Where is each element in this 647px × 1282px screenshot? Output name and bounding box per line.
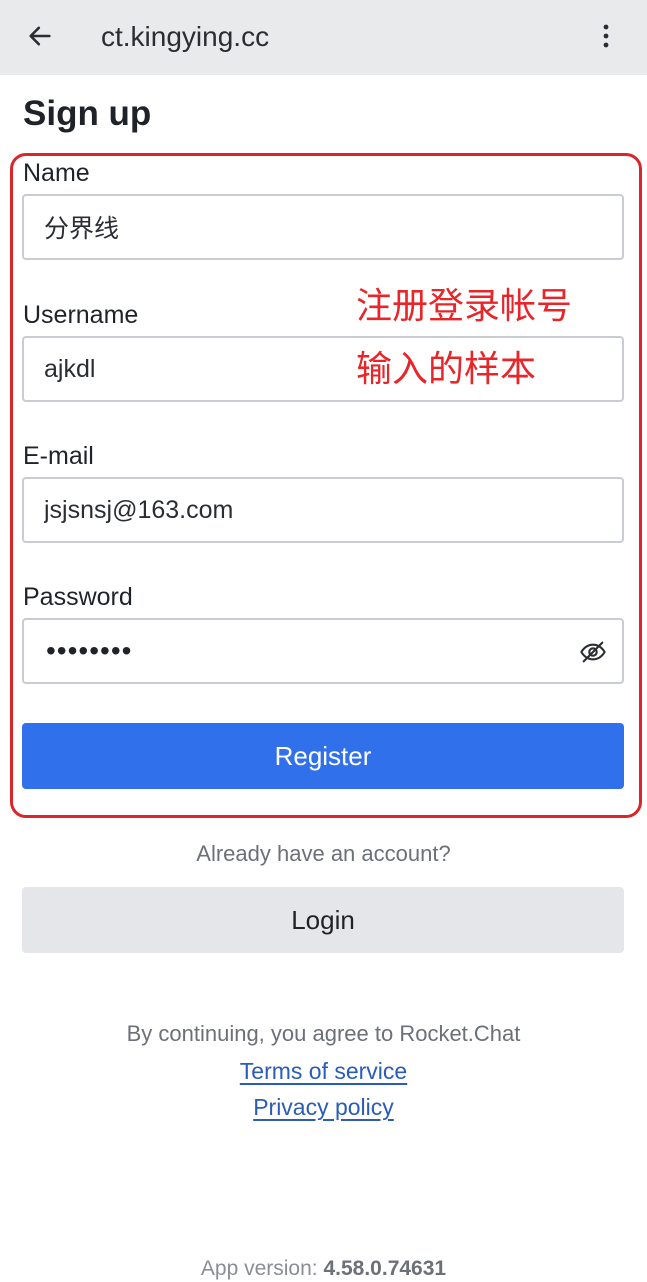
more-menu-button[interactable] xyxy=(588,16,624,56)
more-vertical-icon xyxy=(603,24,609,48)
app-version-number: 4.58.0.74631 xyxy=(323,1257,447,1280)
top-app-bar: ct.kingying.cc xyxy=(0,0,647,75)
annotation-text-line-2: 输入的样本 xyxy=(356,349,537,390)
password-label: Password xyxy=(23,583,133,611)
name-input[interactable] xyxy=(44,196,584,258)
name-field-box xyxy=(22,194,624,260)
back-button[interactable] xyxy=(18,16,62,56)
privacy-policy-label[interactable]: Privacy policy xyxy=(253,1094,394,1120)
arrow-left-icon xyxy=(29,26,51,46)
eye-off-icon xyxy=(580,641,606,663)
password-field-box[interactable]: •••••••• xyxy=(22,618,624,684)
login-button[interactable]: Login xyxy=(22,887,624,953)
name-label: Name xyxy=(23,159,90,187)
app-version: App version: 4.58.0.74631 xyxy=(0,1256,647,1282)
register-button[interactable]: Register xyxy=(22,723,624,789)
annotation-text-line-1: 注册登录帐号 xyxy=(356,286,573,327)
toggle-password-visibility-button[interactable] xyxy=(576,635,610,669)
terms-of-service-label[interactable]: Terms of service xyxy=(240,1058,407,1084)
app-version-label: App version: xyxy=(200,1257,318,1280)
password-input[interactable]: •••••••• xyxy=(46,634,132,668)
email-label: E-mail xyxy=(23,442,94,470)
privacy-policy-link[interactable]: Privacy policy xyxy=(0,1093,647,1121)
username-label: Username xyxy=(23,301,139,329)
site-url-title: ct.kingying.cc xyxy=(101,21,270,52)
email-field-box xyxy=(22,477,624,543)
terms-of-service-link[interactable]: Terms of service xyxy=(0,1057,647,1085)
page-title: Sign up xyxy=(23,94,152,133)
email-input[interactable] xyxy=(44,479,584,541)
already-have-account-text: Already have an account? xyxy=(196,841,451,866)
agreement-text: By continuing, you agree to Rocket.Chat xyxy=(126,1021,521,1046)
